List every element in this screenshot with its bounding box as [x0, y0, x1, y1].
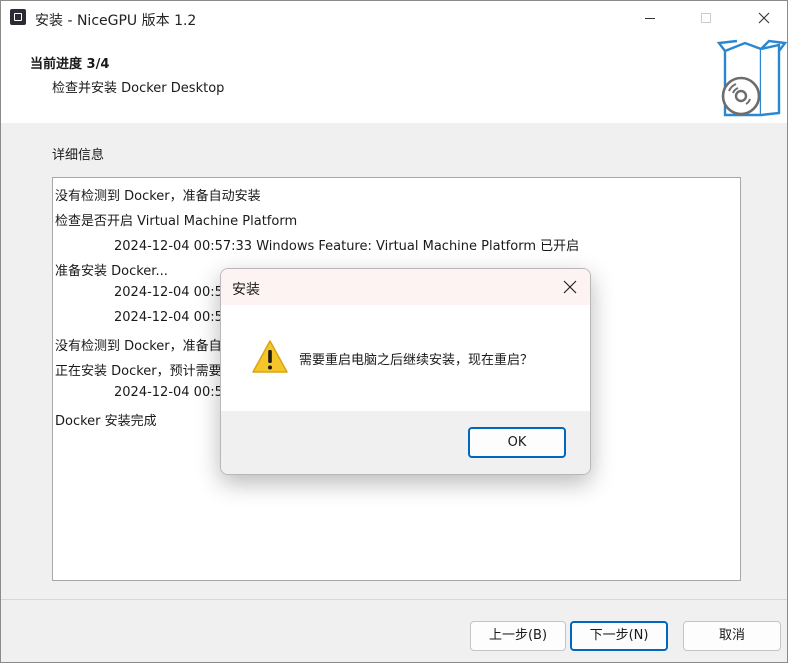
- app-icon: [10, 9, 26, 25]
- next-button[interactable]: 下一步(N): [570, 621, 668, 651]
- dialog-footer: OK: [221, 411, 590, 474]
- header-panel: 当前进度 3/4 检查并安装 Docker Desktop: [1, 36, 787, 123]
- window-title: 安装 - NiceGPU 版本 1.2: [35, 13, 197, 29]
- log-line: 没有检测到 Docker，准备自: [55, 339, 222, 354]
- step-title: 当前进度 3/4: [30, 57, 110, 72]
- log-line: 2024-12-04 00:57:33 Windows Feature: Vir…: [114, 239, 580, 254]
- dialog-title-bar[interactable]: 安装: [221, 269, 590, 305]
- log-line: 2024-12-04 00:5: [114, 285, 223, 300]
- close-icon: [563, 280, 577, 294]
- log-line: 准备安装 Docker...: [55, 264, 168, 279]
- cancel-button[interactable]: 取消: [683, 621, 781, 651]
- dialog-title: 安装: [232, 282, 260, 298]
- log-line: Docker 安装完成: [55, 414, 157, 429]
- log-line: 正在安装 Docker，预计需要: [55, 364, 222, 379]
- log-line: 2024-12-04 00:5: [114, 310, 223, 325]
- close-button[interactable]: [741, 1, 787, 36]
- back-button[interactable]: 上一步(B): [470, 621, 566, 651]
- details-label: 详细信息: [52, 148, 105, 163]
- title-bar[interactable]: 安装 - NiceGPU 版本 1.2: [1, 1, 787, 36]
- ok-button[interactable]: OK: [468, 427, 566, 458]
- install-box-disc-icon: [717, 39, 787, 117]
- maximize-button: [683, 1, 729, 36]
- restart-dialog: 安装 需要重启电脑之后继续安装，现在重启？ OK: [220, 268, 591, 475]
- dialog-body: 需要重启电脑之后继续安装，现在重启？: [221, 305, 590, 411]
- log-line: 检查是否开启 Virtual Machine Platform: [55, 214, 298, 229]
- warning-icon: [252, 340, 288, 373]
- step-description: 检查并安装 Docker Desktop: [52, 81, 225, 96]
- dialog-close-button[interactable]: [556, 273, 584, 301]
- dialog-message: 需要重启电脑之后继续安装，现在重启？: [299, 353, 534, 368]
- minimize-button[interactable]: [627, 1, 673, 36]
- footer-separator: [1, 599, 787, 600]
- log-line: 没有检测到 Docker，准备自动安装: [55, 189, 261, 204]
- log-line: 2024-12-04 00:5: [114, 385, 223, 400]
- close-icon: [758, 12, 770, 24]
